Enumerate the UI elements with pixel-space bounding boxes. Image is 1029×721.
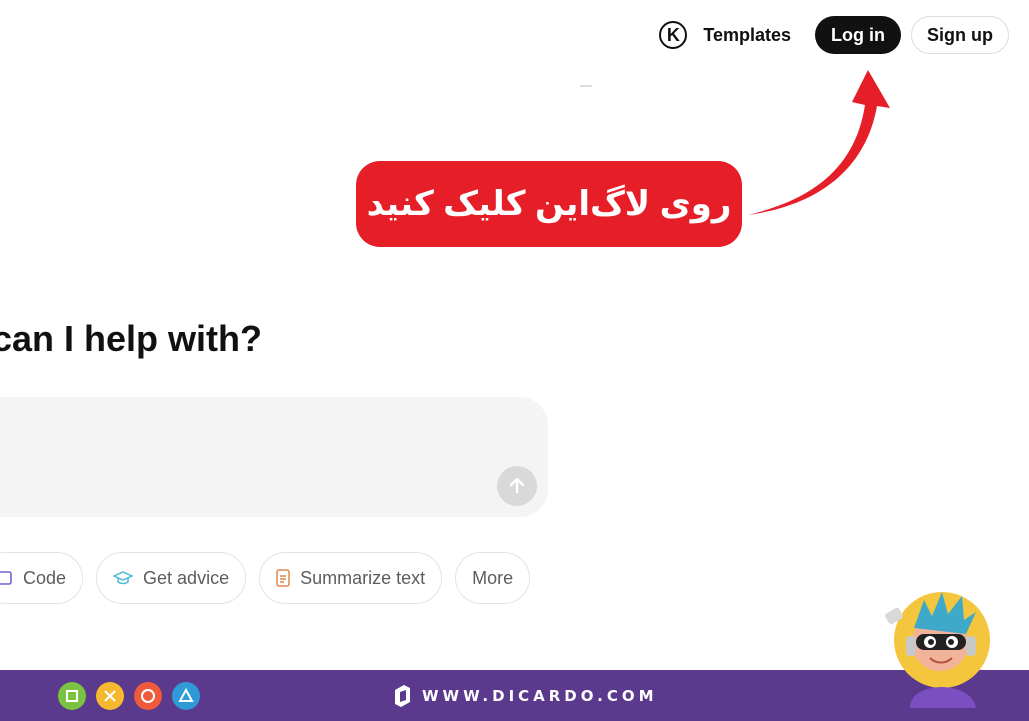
k-logo-icon[interactable]: K xyxy=(659,21,688,49)
divider-mark xyxy=(580,85,592,87)
login-button[interactable]: Log in xyxy=(815,16,901,54)
brand-watermark: WWW.DICARDO.COM xyxy=(392,684,658,708)
top-navigation: K Templates Log in Sign up xyxy=(659,16,1009,54)
prompt-input[interactable] xyxy=(10,417,454,440)
chip-code[interactable]: Code xyxy=(0,552,84,604)
dicardo-logo-icon xyxy=(395,685,410,707)
triangle-icon xyxy=(172,682,200,710)
document-icon xyxy=(276,569,290,587)
cross-icon xyxy=(96,682,124,710)
callout-arrow-icon xyxy=(748,70,890,215)
signup-button[interactable]: Sign up xyxy=(911,16,1009,54)
send-button[interactable] xyxy=(497,466,537,506)
chip-get-advice[interactable]: Get advice xyxy=(96,552,247,604)
templates-link[interactable]: Templates xyxy=(703,25,791,46)
chip-label: Summarize text xyxy=(300,567,426,588)
page-heading: can I help with? xyxy=(0,318,263,359)
chip-summarize-text[interactable]: Summarize text xyxy=(259,552,443,604)
brand-text: WWW.DICARDO.COM xyxy=(422,687,658,705)
circle-icon xyxy=(134,682,162,710)
game-icons xyxy=(58,682,210,710)
square-icon xyxy=(58,682,86,710)
chip-label: Get advice xyxy=(143,567,230,588)
chip-more[interactable]: More xyxy=(455,552,531,604)
graduation-cap-icon xyxy=(113,570,134,586)
suggestion-chips: Code Get advice Summarize text More xyxy=(0,552,543,604)
prompt-box[interactable] xyxy=(0,397,548,517)
login-hint-callout: روی لاگ‌این کلیک کنید xyxy=(356,161,742,247)
chip-label: Code xyxy=(23,567,67,588)
arrow-up-icon xyxy=(509,477,525,494)
chip-label: More xyxy=(472,567,514,588)
mascot-character-icon xyxy=(880,592,1010,708)
code-icon xyxy=(0,570,13,586)
